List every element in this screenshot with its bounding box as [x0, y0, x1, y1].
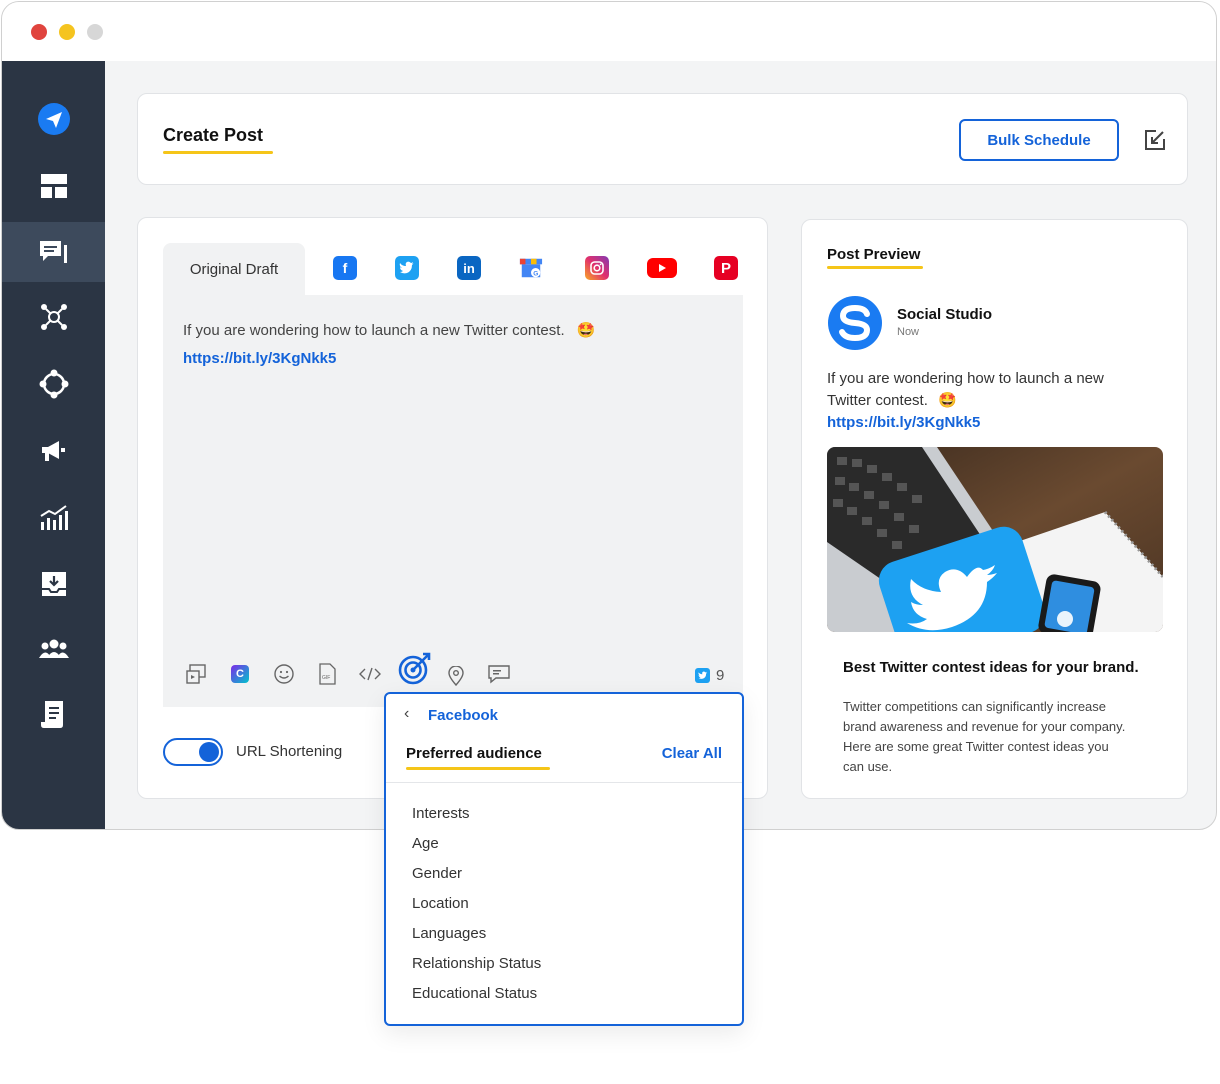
audience-option-age[interactable]: Age	[412, 835, 439, 852]
tab-original-draft[interactable]: Original Draft	[163, 243, 305, 295]
code-icon[interactable]	[359, 663, 381, 685]
post-time: Now	[897, 326, 920, 338]
audience-title-underline	[406, 767, 550, 770]
character-count: 9	[716, 667, 725, 684]
linkedin-icon[interactable]: in	[457, 256, 481, 280]
audience-option-interests[interactable]: Interests	[412, 805, 470, 822]
post-link[interactable]: https://bit.ly/3KgNkk5	[183, 350, 336, 367]
back-chevron-icon[interactable]: ‹	[404, 705, 409, 723]
svg-text:GIF: GIF	[322, 675, 330, 681]
audience-option-gender[interactable]: Gender	[412, 865, 462, 882]
team-icon	[38, 639, 69, 658]
preferred-audience-title: Preferred audience	[406, 745, 542, 762]
account-avatar	[827, 295, 883, 356]
emoji-picker-icon[interactable]	[273, 663, 295, 685]
sidebar-item-engage[interactable]	[2, 354, 105, 414]
link-card-image	[827, 447, 1163, 632]
sidebar-item-posts[interactable]	[2, 222, 105, 282]
pinterest-icon[interactable]: P	[714, 256, 738, 280]
preview-link[interactable]: https://bit.ly/3KgNkk5	[827, 414, 980, 431]
account-name: Social Studio	[897, 306, 993, 323]
sidebar-item-inbox[interactable]	[2, 554, 105, 614]
analytics-icon	[39, 505, 68, 530]
edit-icon[interactable]	[1144, 129, 1166, 156]
link-card-title: Best Twitter contest ideas for your bran…	[843, 659, 1139, 676]
close-window-button[interactable]	[31, 24, 47, 40]
sidebar-item-network[interactable]	[2, 287, 105, 347]
preview-text-line-2: Twitter contest. 🤩	[827, 390, 957, 412]
engage-icon	[39, 369, 68, 399]
media-icon[interactable]	[185, 663, 207, 685]
post-editor[interactable]: If you are wondering how to launch a new…	[163, 295, 743, 707]
desc-line: Twitter competitions can significantly i…	[843, 699, 1107, 714]
url-shortening-label: URL Shortening	[236, 743, 343, 760]
title-bar	[2, 2, 1216, 61]
bulk-schedule-button[interactable]: Bulk Schedule	[959, 119, 1119, 161]
preview-title-underline	[827, 266, 923, 269]
audience-dropdown: ‹ Facebook Preferred audience Clear All …	[384, 692, 744, 1026]
link-card-description: Twitter competitions can significantly i…	[843, 697, 1125, 777]
youtube-icon[interactable]	[647, 258, 677, 278]
header-card: Create Post Bulk Schedule	[137, 93, 1188, 185]
audience-option-location[interactable]: Location	[412, 895, 469, 912]
clear-all-button[interactable]: Clear All	[662, 745, 722, 762]
posts-icon	[39, 241, 67, 263]
desc-line: brand awareness and revenue for your com…	[843, 719, 1126, 734]
sidebar-item-dashboard[interactable]	[2, 156, 105, 216]
sidebar-item-team[interactable]	[2, 619, 105, 679]
send-icon	[37, 103, 70, 135]
divider	[386, 782, 742, 783]
reports-icon	[40, 701, 63, 728]
desc-line: can use.	[843, 759, 893, 774]
audience-option-relationship-status[interactable]: Relationship Status	[412, 955, 541, 972]
post-text-line: If you are wondering how to launch a new…	[183, 321, 595, 339]
minimize-window-button[interactable]	[59, 24, 75, 40]
maximize-window-button[interactable]	[87, 24, 103, 40]
twitter-icon[interactable]	[395, 256, 419, 280]
google-business-icon[interactable]: G	[519, 256, 543, 280]
sidebar-item-home[interactable]	[2, 89, 105, 149]
dashboard-icon	[40, 174, 67, 198]
instagram-icon[interactable]	[585, 256, 609, 280]
sidebar-item-campaigns[interactable]	[2, 421, 105, 481]
back-to-facebook-link[interactable]: Facebook	[428, 707, 498, 724]
sidebar-item-reports[interactable]	[2, 684, 105, 744]
inbox-icon	[41, 572, 66, 596]
twitter-small-icon	[695, 668, 710, 683]
megaphone-icon	[41, 441, 65, 461]
audience-option-languages[interactable]: Languages	[412, 925, 486, 942]
post-text: If you are wondering how to launch a new…	[183, 322, 565, 339]
sidebar	[2, 61, 105, 829]
preview-text-2: Twitter contest.	[827, 392, 928, 409]
url-shortening-toggle[interactable]	[163, 738, 223, 766]
canva-icon[interactable]: C	[229, 663, 251, 685]
preview-emoji: 🤩	[938, 392, 957, 409]
desc-line: Here are some great Twitter contest idea…	[843, 739, 1109, 754]
audience-target-icon[interactable]	[397, 650, 433, 686]
preview-title: Post Preview	[827, 246, 921, 263]
title-underline	[163, 151, 273, 154]
audience-option-educational-status[interactable]: Educational Status	[412, 985, 537, 1002]
comment-icon[interactable]	[488, 663, 510, 685]
page-title: Create Post	[163, 125, 264, 145]
preview-text-line-1: If you are wondering how to launch a new	[827, 370, 1104, 387]
network-icon	[40, 304, 67, 330]
facebook-icon[interactable]: f	[333, 256, 357, 280]
gif-icon[interactable]: GIF	[316, 663, 338, 685]
emoji-star-eyes: 🤩	[576, 322, 596, 339]
location-icon[interactable]	[445, 665, 467, 687]
svg-text:G: G	[533, 270, 538, 277]
sidebar-item-analytics[interactable]	[2, 488, 105, 548]
character-counter: 9	[695, 667, 724, 684]
